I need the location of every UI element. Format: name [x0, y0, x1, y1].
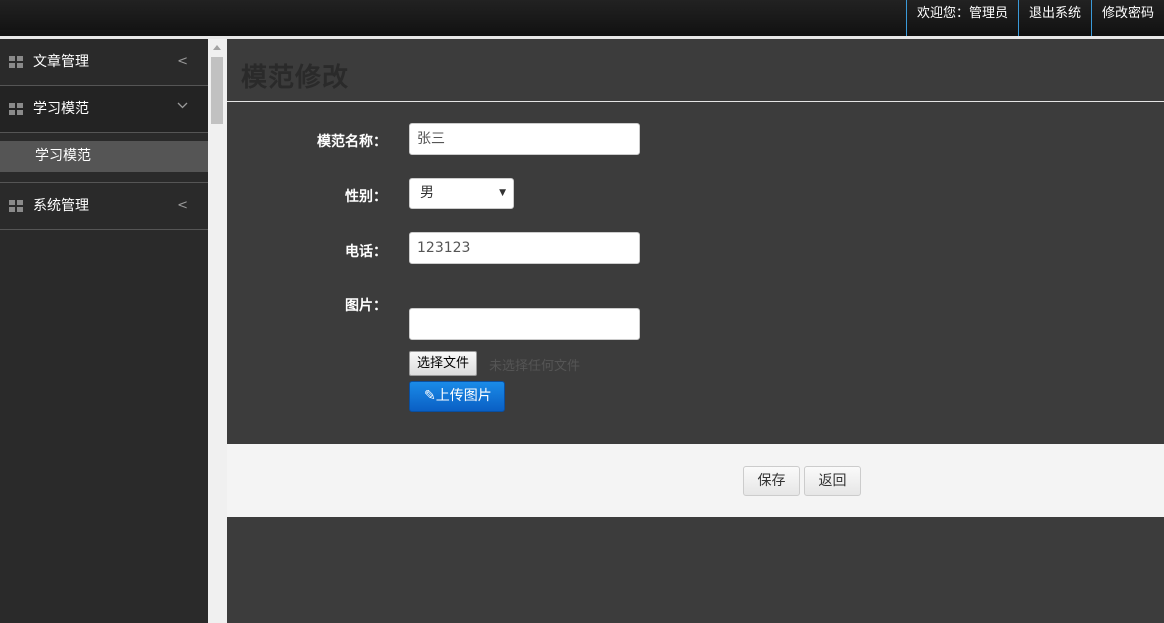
chevron-left-icon: < [177, 198, 188, 213]
sidebar-scrollbar[interactable] [208, 39, 227, 623]
save-button[interactable]: 保存 [743, 466, 800, 496]
logout-link[interactable]: 退出系统 [1017, 0, 1091, 36]
image-path-input[interactable] [409, 308, 640, 340]
sidebar-item-articles[interactable]: 文章管理 < [0, 39, 208, 86]
sidebar-item-label: 学习模范 [33, 101, 89, 117]
sidebar-item-label: 文章管理 [33, 54, 89, 70]
submenu-models: 学习模范 [0, 133, 208, 183]
grid-icon [9, 200, 23, 212]
phone-label: 电话： [345, 244, 387, 260]
gender-label: 性别： [345, 189, 387, 205]
grid-icon [9, 56, 23, 68]
grid-icon [9, 103, 23, 115]
welcome-text: 欢迎您：管理员 [905, 0, 1018, 36]
name-label: 模范名称： [317, 134, 387, 150]
sidebar-subitem-models[interactable]: 学习模范 [0, 141, 208, 172]
chevron-left-icon: < [177, 54, 188, 69]
pencil-icon: ✎ [424, 388, 436, 404]
sidebar-item-label: 系统管理 [33, 198, 89, 214]
name-input[interactable]: 张三 [409, 123, 640, 155]
chevron-down-icon [177, 83, 188, 129]
scroll-up-icon[interactable] [213, 45, 221, 50]
upload-image-button[interactable]: ✎上传图片 [409, 381, 505, 412]
file-status-text: 未选择任何文件 [489, 359, 581, 374]
top-navbar: 欢迎您：管理员 退出系统 修改密码 [0, 0, 1164, 36]
upload-image-label: 上传图片 [435, 388, 492, 404]
sidebar-item-system[interactable]: 系统管理 < [0, 183, 208, 230]
phone-input[interactable]: 123123 [409, 232, 640, 264]
page-title: 模范修改 [241, 63, 350, 93]
title-divider [227, 101, 1164, 102]
choose-file-button[interactable]: 选择文件 [409, 351, 478, 376]
form-actions-bar: 保存 返回 [227, 444, 1164, 517]
sidebar-item-models[interactable]: 学习模范 [0, 86, 208, 133]
gender-select[interactable]: 男 ▼ [409, 178, 514, 209]
dropdown-arrow-icon: ▼ [499, 188, 506, 198]
top-links: 欢迎您：管理员 退出系统 修改密码 [905, 0, 1164, 36]
gender-select-value: 男 [420, 185, 434, 201]
sidebar: 文章管理 < 学习模范 学习模范 系统管理 < [0, 39, 208, 623]
main-content: 模范修改 模范名称： 张三 性别： 男 ▼ 电话： 123123 图片： 选择文… [227, 39, 1164, 623]
scroll-thumb[interactable] [211, 57, 223, 124]
back-button[interactable]: 返回 [804, 466, 861, 496]
change-password-link[interactable]: 修改密码 [1090, 0, 1164, 36]
image-label: 图片： [345, 298, 387, 314]
